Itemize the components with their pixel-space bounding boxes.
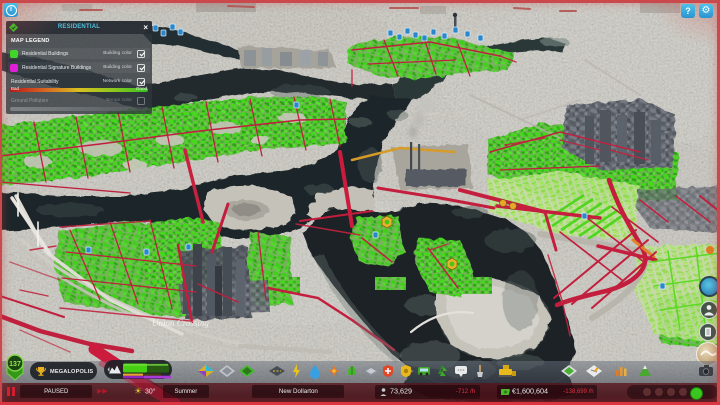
svg-text:Union Crossing: Union Crossing	[152, 318, 209, 328]
